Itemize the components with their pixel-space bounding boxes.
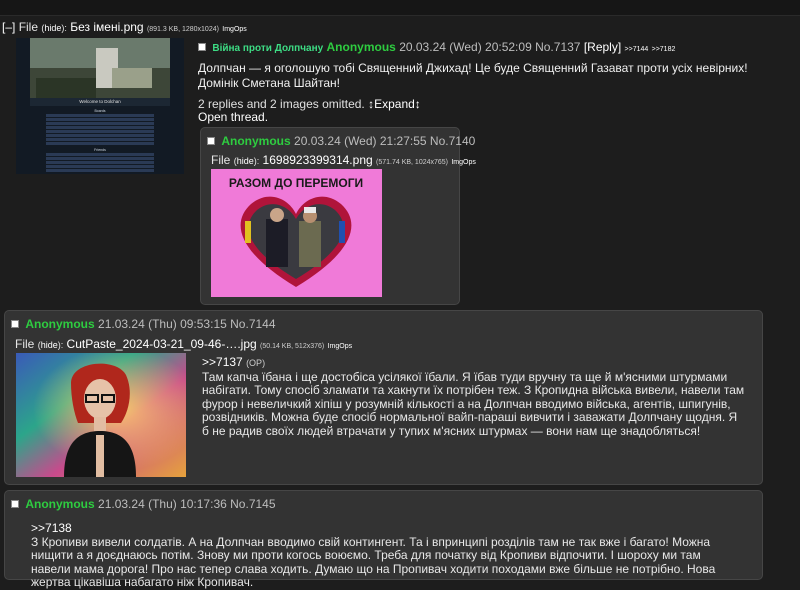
quote-link-7138[interactable]: >>7138: [31, 521, 72, 535]
reply-file-info: File (hide): 1698923399314.png (571.74 K…: [211, 153, 476, 167]
post-date: 21.03.24 (Thu) 10:17:36: [98, 497, 227, 511]
backlink-7144[interactable]: >>7144: [625, 46, 649, 53]
op-post-body: Долпчан — я оголошую тобі Священний Джих…: [198, 61, 748, 90]
thumb-friends-header: Friends: [94, 148, 106, 152]
reply-header: Anonymous 21.03.24 (Thu) 10:17:36 No.714…: [11, 497, 276, 511]
file-label: File: [18, 20, 39, 34]
top-bar: [0, 0, 800, 16]
post-number[interactable]: No.7140: [430, 134, 475, 148]
open-thread-link[interactable]: Open thread: [198, 110, 265, 124]
op-thumbnail-image: Welcome to Dolchan Boards Friends: [16, 38, 184, 174]
reply-link[interactable]: [Reply]: [584, 40, 621, 54]
imgops-link[interactable]: ImgOps: [328, 343, 353, 350]
post-number[interactable]: No.7137: [535, 40, 580, 54]
thumb-title: Welcome to Dolchan: [79, 99, 121, 104]
post-date: 20.03.24 (Wed) 21:27:55: [294, 134, 427, 148]
reply-file-meta: (50.14 KB, 512x376): [260, 343, 325, 350]
open-thread-line: Open thread.: [198, 110, 269, 124]
hide-image-link[interactable]: hide: [41, 340, 58, 350]
op-post-header: Війна проти Долпчану Anonymous 20.03.24 …: [198, 40, 675, 54]
hide-image-link[interactable]: hide: [237, 156, 254, 166]
imgops-link[interactable]: ImgOps: [451, 159, 476, 166]
post-number[interactable]: No.7145: [230, 497, 275, 511]
post-select-checkbox[interactable]: [11, 500, 19, 508]
reply-body: >>7137 (OP) Там капча їбана і ще достобі…: [202, 355, 747, 438]
post-select-checkbox[interactable]: [198, 43, 206, 51]
reply-thumbnail[interactable]: [16, 353, 186, 477]
quote-link-7137[interactable]: >>7137: [202, 355, 243, 369]
expand-thread-link[interactable]: ↕Expand↕: [368, 97, 421, 111]
reply-post-7144: Anonymous 21.03.24 (Thu) 09:53:15 No.714…: [4, 310, 763, 485]
imgops-link[interactable]: ImgOps: [222, 26, 247, 33]
reply-header: Anonymous 20.03.24 (Wed) 21:27:55 No.714…: [207, 134, 475, 148]
reply-body-text: З Кропиви вивели солдатів. А на Долпчан …: [31, 534, 716, 589]
poster-name: Anonymous: [25, 317, 95, 331]
reply-body: >>7138 З Кропиви вивели солдатів. А на Д…: [31, 521, 741, 590]
post-number[interactable]: No.7144: [230, 317, 275, 331]
reply-header: Anonymous 21.03.24 (Thu) 09:53:15 No.714…: [11, 317, 276, 331]
poster-name: Anonymous: [25, 497, 95, 511]
omitted-notice: 2 replies and 2 images omitted. ↕Expand↕: [198, 97, 421, 111]
post-date: 21.03.24 (Thu) 09:53:15: [98, 317, 227, 331]
reply-file-info: File (hide): CutPaste_2024-03-21_09-46-……: [15, 337, 353, 351]
reply-filename-link[interactable]: 1698923399314.png: [263, 153, 373, 167]
op-filename-link[interactable]: Без імені.png: [70, 20, 143, 34]
reply-thumbnail[interactable]: РАЗОМ ДО ПЕРЕМОГИ: [211, 169, 382, 297]
post-date: 20.03.24 (Wed) 20:52:09: [399, 40, 532, 54]
poster-name: Anonymous: [221, 134, 291, 148]
image-caption: РАЗОМ ДО ПЕРЕМОГИ: [229, 176, 363, 190]
reply-post-7140: Anonymous 20.03.24 (Wed) 21:27:55 No.714…: [200, 127, 476, 305]
reply-body-text: Там капча їбана і ще достобіса усілякої …: [202, 369, 745, 438]
reply-filename-link[interactable]: CutPaste_2024-03-21_09-46-….jpg: [67, 337, 257, 351]
poster-name: Anonymous: [326, 40, 396, 54]
thread-collapse-toggle[interactable]: [–]: [2, 20, 15, 34]
post-select-checkbox[interactable]: [207, 137, 215, 145]
op-thumbnail[interactable]: Welcome to Dolchan Boards Friends: [16, 38, 184, 174]
op-tag: (OP): [246, 358, 266, 368]
backlink-7182[interactable]: >>7182: [652, 46, 676, 53]
op-file-meta: (891.3 KB, 1280x1024): [146, 26, 219, 33]
post-subject: Війна проти Долпчану: [212, 43, 324, 54]
hide-image-link[interactable]: hide: [44, 23, 61, 33]
post-select-checkbox[interactable]: [11, 320, 19, 328]
op-file-info: [–] File (hide): Без імені.png (891.3 KB…: [2, 20, 247, 34]
thumb-boards-header: Boards: [94, 109, 105, 113]
reply-post-7145: Anonymous 21.03.24 (Thu) 10:17:36 No.714…: [4, 490, 763, 589]
reply-file-meta: (571.74 KB, 1024x765): [376, 159, 449, 166]
